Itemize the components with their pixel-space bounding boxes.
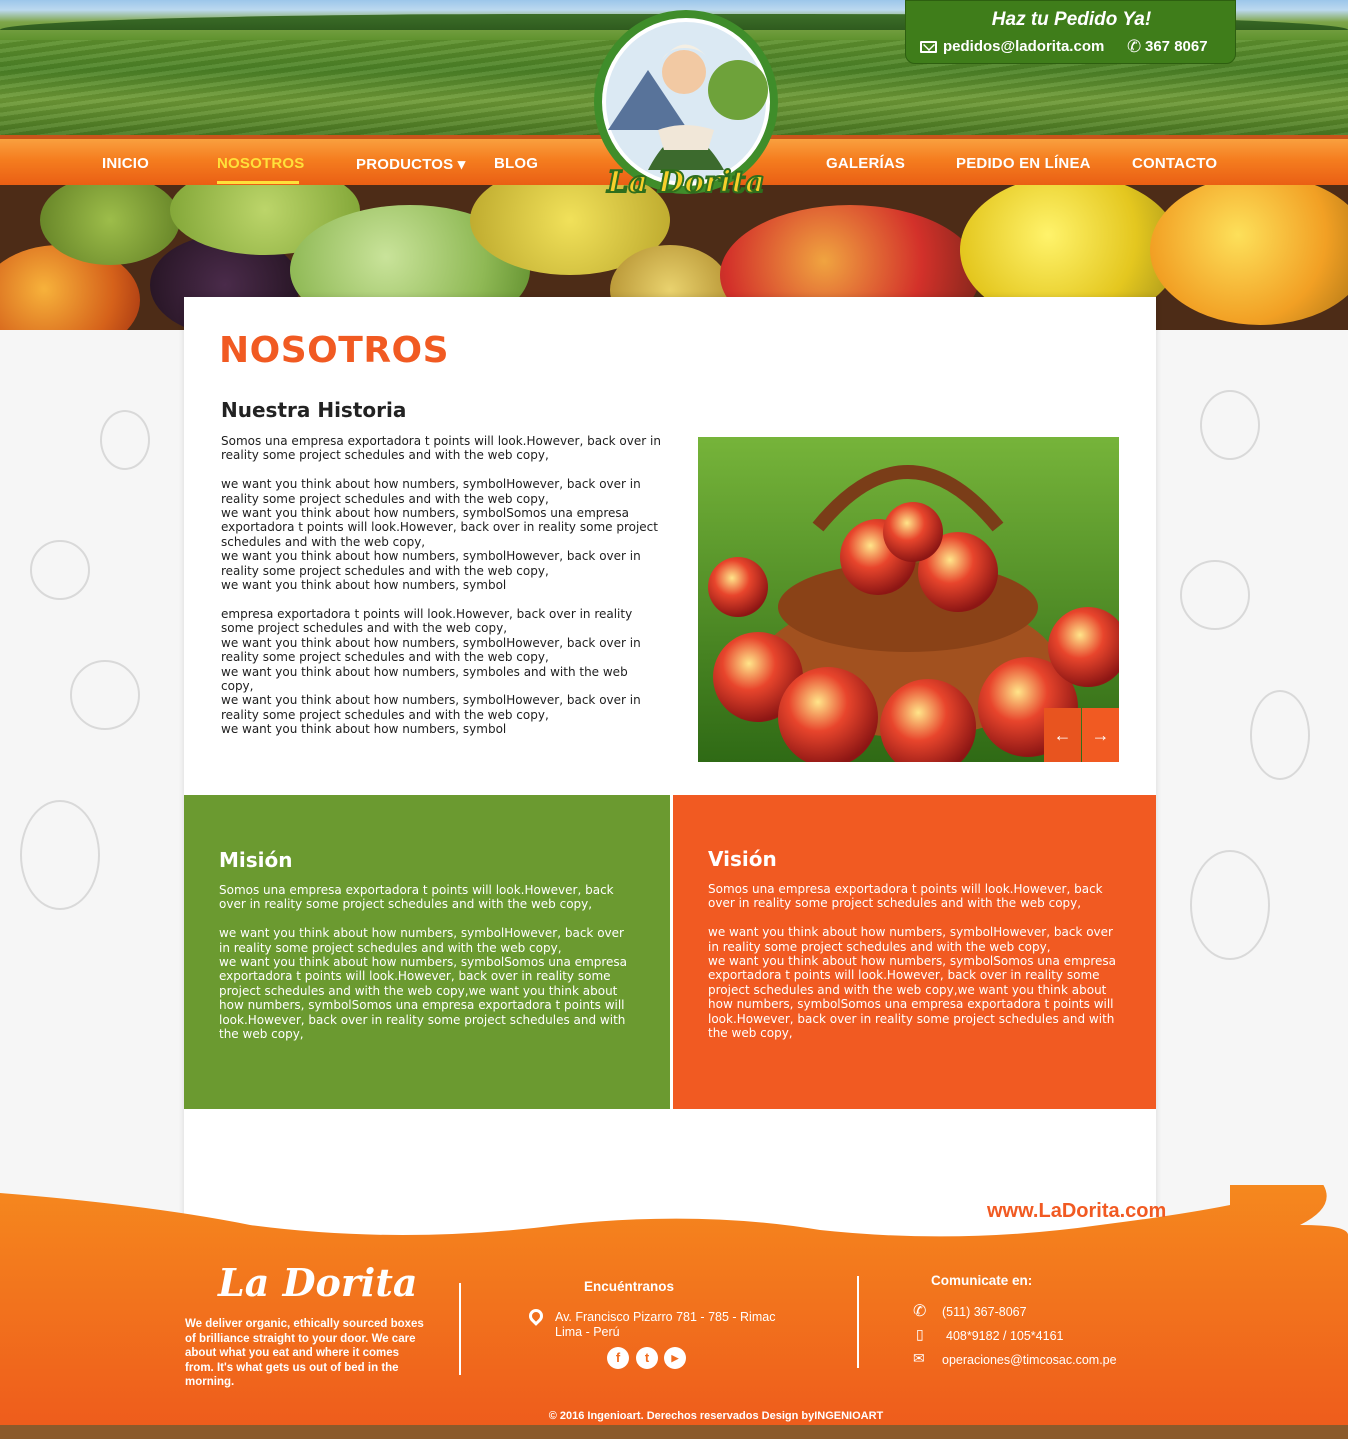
mail-icon bbox=[920, 41, 937, 53]
vision-text: Somos una empresa exportadora t points w… bbox=[708, 882, 1117, 1041]
la-dorita-logo[interactable]: La Dorita bbox=[588, 10, 784, 208]
history-text: Somos una empresa exportadora t points w… bbox=[221, 434, 661, 737]
mission-text: Somos una empresa exportadora t points w… bbox=[219, 883, 628, 1042]
nav-galerias[interactable]: GALERÍAS bbox=[826, 155, 905, 172]
contact-mobile[interactable]: 408*9182 / 105*4161 bbox=[946, 1329, 1063, 1343]
mobile-icon: ▯ bbox=[916, 1326, 924, 1342]
nav-inicio[interactable]: INICIO bbox=[102, 155, 149, 172]
contact-title: Comunicate en: bbox=[931, 1273, 1033, 1288]
nav-nosotros[interactable]: NOSOTROS bbox=[217, 155, 304, 172]
twitter-icon[interactable]: t bbox=[636, 1347, 658, 1369]
phone-icon: ✆ bbox=[913, 1303, 927, 1320]
find-us-title: Encuéntranos bbox=[584, 1279, 675, 1294]
nav-productos[interactable]: PRODUCTOS ▾ bbox=[356, 155, 465, 173]
facebook-icon[interactable]: f bbox=[607, 1347, 629, 1369]
page-title: NOSOTROS bbox=[219, 330, 450, 371]
contact-phone[interactable]: (511) 367-8067 bbox=[942, 1305, 1027, 1319]
order-phone[interactable]: 367 8067 bbox=[1145, 38, 1208, 55]
history-title: Nuestra Historia bbox=[221, 398, 407, 422]
slider-prev-button[interactable]: ← bbox=[1044, 708, 1081, 762]
youtube-icon[interactable]: ▶ bbox=[664, 1347, 686, 1369]
slider-next-button[interactable]: → bbox=[1082, 708, 1119, 762]
footer-brand-text: We deliver organic, ethically sourced bo… bbox=[185, 1318, 424, 1388]
order-box: Haz tu Pedido Ya! pedidos@ladorita.com ✆… bbox=[905, 0, 1236, 64]
logo-text: La Dorita bbox=[606, 165, 765, 200]
phone-icon: ✆ bbox=[1127, 37, 1142, 56]
nav-pedido-en-linea[interactable]: PEDIDO EN LÍNEA bbox=[956, 155, 1091, 172]
mission-title: Misión bbox=[219, 848, 293, 872]
vision-panel: Visión Somos una empresa exportadora t p… bbox=[673, 795, 1156, 1109]
nav-active-indicator bbox=[217, 181, 299, 184]
copyright: © 2016 Ingenioart. Derechos reservados D… bbox=[548, 1410, 884, 1422]
vision-title: Visión bbox=[708, 847, 777, 871]
nav-blog[interactable]: BLOG bbox=[494, 155, 538, 172]
nav-contacto[interactable]: CONTACTO bbox=[1132, 155, 1217, 172]
footer-divider bbox=[857, 1276, 859, 1368]
site-url[interactable]: www.LaDorita.com bbox=[987, 1200, 1166, 1223]
footer-brand: La Dorita bbox=[218, 1260, 418, 1305]
footer-divider bbox=[459, 1283, 461, 1375]
mail-icon: ✉ bbox=[913, 1350, 925, 1366]
address: Av. Francisco Pizarro 781 - 785 - Rimac … bbox=[555, 1310, 776, 1339]
contact-email[interactable]: operaciones@timcosac.com.pe bbox=[942, 1353, 1117, 1367]
order-title: Haz tu Pedido Ya! bbox=[991, 9, 1152, 30]
mission-panel: Misión Somos una empresa exportadora t p… bbox=[184, 795, 670, 1109]
order-email-link[interactable]: pedidos@ladorita.com bbox=[943, 38, 1104, 55]
